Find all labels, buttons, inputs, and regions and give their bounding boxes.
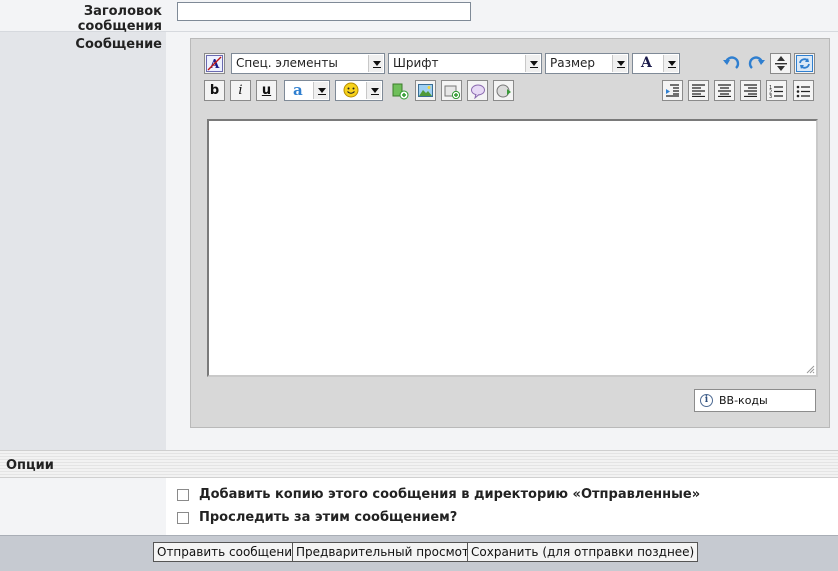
resize-editor-icon[interactable] <box>770 53 791 74</box>
switch-mode-icon[interactable] <box>794 53 815 74</box>
undo-icon[interactable] <box>720 53 741 74</box>
font-color-select[interactable]: A <box>632 53 680 74</box>
options-left-cell <box>0 478 166 535</box>
insert-image-icon[interactable] <box>415 80 436 101</box>
chevron-down-icon <box>366 82 381 99</box>
message-textarea[interactable] <box>207 119 818 377</box>
remove-format-icon[interactable]: A <box>204 53 225 74</box>
chevron-down-icon <box>663 55 678 72</box>
message-label-cell: Сообщение <box>0 32 166 450</box>
send-message-button[interactable]: Отправить сообщение <box>153 542 304 562</box>
smiley-icon <box>343 82 359 98</box>
save-draft-button[interactable]: Сохранить (для отправки позднее) <box>467 542 699 562</box>
info-icon: i <box>700 394 713 407</box>
message-label: Сообщение <box>75 37 162 52</box>
text-color-select[interactable]: a <box>284 80 330 101</box>
insert-link-icon[interactable] <box>389 80 410 101</box>
resize-grip-icon[interactable] <box>805 364 815 374</box>
quote-icon[interactable] <box>467 80 488 101</box>
form-footer: Отправить сообщение Предварительный прос… <box>0 535 838 571</box>
options-title: Опции <box>6 458 54 473</box>
font-color-glyph: A <box>641 55 652 71</box>
size-value: Размер <box>550 56 596 70</box>
special-elements-value: Спец. элементы <box>236 56 338 70</box>
options-header: Опции <box>0 450 838 478</box>
redo-icon[interactable] <box>746 53 767 74</box>
track-message-label[interactable]: Проследить за этим сообщением? <box>199 510 457 525</box>
chevron-down-icon <box>368 55 383 72</box>
underline-glyph: u <box>261 83 272 98</box>
smilies-select[interactable] <box>335 80 383 101</box>
chevron-down-icon <box>313 82 328 99</box>
subject-label: Заголовок сообщения <box>77 4 162 34</box>
align-center-icon[interactable] <box>714 80 735 101</box>
unordered-list-icon[interactable] <box>793 80 814 101</box>
preview-button[interactable]: Предварительный просмотр <box>292 542 481 562</box>
save-copy-checkbox[interactable] <box>177 489 189 501</box>
align-left-icon[interactable] <box>688 80 709 101</box>
align-right-icon[interactable] <box>740 80 761 101</box>
options-section: Добавить копию этого сообщения в директо… <box>0 478 838 535</box>
bold-button[interactable]: b <box>204 80 225 101</box>
code-icon[interactable] <box>493 80 514 101</box>
chevron-down-icon <box>612 55 627 72</box>
subject-input[interactable] <box>177 2 471 21</box>
text-color-glyph: a <box>293 81 303 99</box>
bbcodes-label: BB-коды <box>719 394 768 407</box>
size-select[interactable]: Размер <box>545 53 629 74</box>
outdent-icon[interactable] <box>662 80 683 101</box>
bold-glyph: b <box>209 83 220 98</box>
italic-button[interactable]: i <box>230 80 251 101</box>
chevron-down-icon <box>525 55 540 72</box>
subject-row: Заголовок сообщения <box>0 0 838 34</box>
special-elements-select[interactable]: Спец. элементы <box>231 53 385 74</box>
svg-text:3: 3 <box>769 94 772 98</box>
bbcodes-button[interactable]: i BB-коды <box>694 389 816 412</box>
underline-button[interactable]: u <box>256 80 277 101</box>
font-value: Шрифт <box>393 56 439 70</box>
font-select[interactable]: Шрифт <box>388 53 542 74</box>
track-message-checkbox[interactable] <box>177 512 189 524</box>
italic-glyph: i <box>238 83 243 98</box>
save-copy-label[interactable]: Добавить копию этого сообщения в директо… <box>199 487 700 502</box>
ordered-list-icon[interactable]: 123 <box>766 80 787 101</box>
insert-media-icon[interactable] <box>441 80 462 101</box>
